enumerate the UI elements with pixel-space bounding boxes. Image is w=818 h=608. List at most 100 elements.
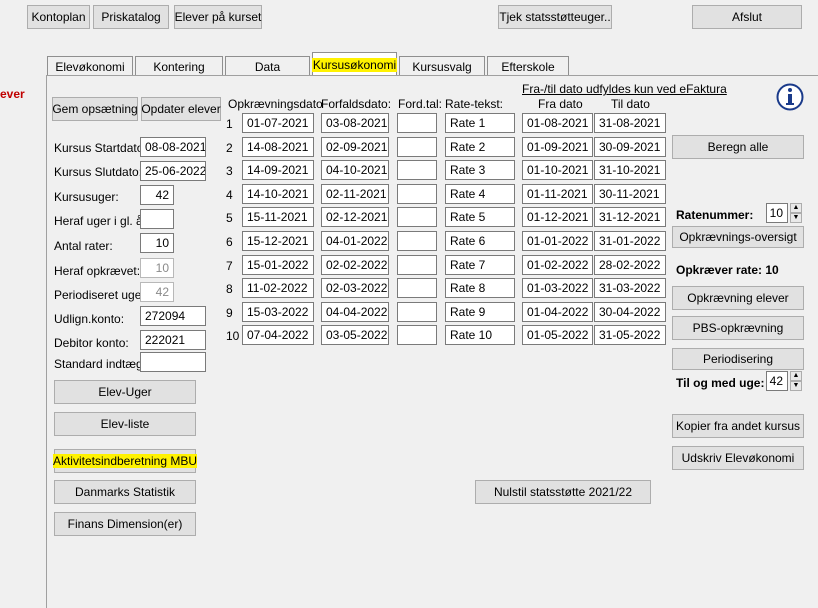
beregn-alle-button[interactable]: Beregn alle (672, 135, 804, 159)
til-dato-field[interactable]: 30-09-2021 (594, 136, 666, 157)
ford-tal-field[interactable] (397, 301, 437, 322)
tab-kursusvalg[interactable]: Kursusvalg (399, 56, 485, 76)
opdater-elever-button[interactable]: Opdater elever (141, 97, 221, 121)
til-dato-field[interactable]: 31-10-2021 (594, 160, 666, 181)
rate-tekst-field[interactable]: Rate 4 (445, 183, 515, 204)
til-og-med-uge-field[interactable]: 42 (766, 371, 788, 391)
opkraevningsdato-field[interactable]: 01-07-2021 (242, 113, 314, 133)
opkraevnings-oversigt-button[interactable]: Opkrævnings-oversigt (672, 226, 804, 248)
slutdato-field[interactable]: 25-06-2022 (140, 161, 206, 181)
periodisering-button[interactable]: Periodisering (672, 348, 804, 370)
ford-tal-field[interactable] (397, 254, 437, 275)
pbs-opkraevning-button[interactable]: PBS-opkrævning (672, 316, 804, 340)
afslut-button[interactable]: Afslut (692, 5, 802, 29)
fra-dato-field[interactable]: 01-04-2022 (522, 301, 593, 322)
opkraevningsdato-field[interactable]: 15-11-2021 (242, 207, 314, 228)
heraf-gl-field[interactable] (140, 209, 174, 229)
debitor-konto-field[interactable]: 222021 (140, 330, 206, 350)
forfaldsdato-field[interactable]: 04-01-2022 (321, 231, 389, 251)
tab-data[interactable]: Data (225, 56, 310, 76)
antal-rater-field[interactable]: 10 (140, 233, 174, 253)
opkraevningsdato-field[interactable]: 14-09-2021 (242, 160, 314, 181)
fra-dato-field[interactable]: 01-02-2022 (522, 254, 593, 275)
fra-dato-field[interactable]: 01-09-2021 (522, 136, 593, 157)
fra-dato-field[interactable]: 01-12-2021 (522, 207, 593, 228)
rate-tekst-field[interactable]: Rate 7 (445, 254, 515, 275)
ford-tal-field[interactable] (397, 160, 437, 181)
til-dato-field[interactable]: 30-11-2021 (594, 183, 666, 204)
fra-dato-field[interactable]: 01-08-2021 (522, 113, 593, 133)
gem-opsaetning-button[interactable]: Gem opsætning (52, 97, 138, 121)
elever-paa-kurset-button[interactable]: Elever på kurset (174, 5, 262, 29)
ratenummer-spinner[interactable]: ▲ ▼ (790, 203, 802, 223)
tab-kursusoekonomi[interactable]: Kursusøkonomi (311, 52, 398, 76)
tab-efterskole[interactable]: Efterskole (487, 56, 569, 76)
forfaldsdato-field[interactable]: 02-11-2021 (321, 183, 389, 204)
udlign-konto-field[interactable]: 272094 (140, 306, 206, 326)
ford-tal-field[interactable] (397, 231, 437, 251)
til-dato-field[interactable]: 31-01-2022 (594, 231, 666, 251)
fra-dato-field[interactable]: 01-01-2022 (522, 231, 593, 251)
rate-tekst-field[interactable]: Rate 9 (445, 301, 515, 322)
rate-tekst-field[interactable]: Rate 1 (445, 113, 515, 133)
elev-uger-button[interactable]: Elev-Uger (54, 380, 196, 404)
rate-tekst-field[interactable]: Rate 5 (445, 207, 515, 228)
opkraevningsdato-field[interactable]: 14-08-2021 (242, 136, 314, 157)
forfaldsdato-field[interactable]: 04-04-2022 (321, 301, 389, 322)
rate-tekst-field[interactable]: Rate 2 (445, 136, 515, 157)
til-dato-field[interactable]: 31-03-2022 (594, 278, 666, 299)
finans-dimension-button[interactable]: Finans Dimension(er) (54, 512, 196, 536)
ford-tal-field[interactable] (397, 278, 437, 299)
til-dato-field[interactable]: 28-02-2022 (594, 254, 666, 275)
ratenummer-field[interactable]: 10 (766, 203, 788, 223)
danmarks-statistik-button[interactable]: Danmarks Statistik (54, 480, 196, 504)
forfaldsdato-field[interactable]: 02-09-2021 (321, 136, 389, 157)
til-dato-field[interactable]: 31-12-2021 (594, 207, 666, 228)
nulstil-statsstoette-button[interactable]: Nulstil statsstøtte 2021/22 (475, 480, 651, 504)
header-forfaldsdato: Forfaldsdato: (321, 97, 392, 111)
fra-dato-field[interactable]: 01-10-2021 (522, 160, 593, 181)
til-og-med-uge-spinner[interactable]: ▲ ▼ (790, 371, 802, 391)
ford-tal-field[interactable] (397, 113, 437, 133)
ford-tal-field[interactable] (397, 183, 437, 204)
tjek-statsstoetteuger-button[interactable]: Tjek statsstøtteuger.. (498, 5, 612, 29)
tab-kontering[interactable]: Kontering (135, 56, 223, 76)
opkraevningsdato-field[interactable]: 14-10-2021 (242, 183, 314, 204)
fra-dato-field[interactable]: 01-11-2021 (522, 183, 593, 204)
aktivitetsindberetning-button[interactable]: Aktivitetsindberetning MBU (52, 449, 198, 473)
rate-tekst-field[interactable]: Rate 6 (445, 231, 515, 251)
opkraevningsdato-field[interactable]: 11-02-2022 (242, 278, 314, 299)
opkraevningsdato-field[interactable]: 15-01-2022 (242, 254, 314, 275)
priskatalog-button[interactable]: Priskatalog (93, 5, 169, 29)
opkraevningsdato-field[interactable]: 15-03-2022 (242, 301, 314, 322)
opkraevningsdato-field[interactable]: 07-04-2022 (242, 325, 314, 346)
tab-elevoekonomi[interactable]: Elevøkonomi (47, 56, 133, 76)
opkraevning-elever-button[interactable]: Opkrævning elever (672, 286, 804, 310)
startdato-field[interactable]: 08-08-2021 (140, 137, 206, 157)
kopier-fra-andet-kursus-button[interactable]: Kopier fra andet kursus (672, 414, 804, 438)
ford-tal-field[interactable] (397, 207, 437, 228)
kontoplan-button[interactable]: Kontoplan (27, 5, 90, 29)
fra-dato-field[interactable]: 01-05-2022 (522, 325, 593, 346)
info-icon[interactable] (775, 82, 805, 112)
forfaldsdato-field[interactable]: 02-02-2022 (321, 254, 389, 275)
fra-dato-field[interactable]: 01-03-2022 (522, 278, 593, 299)
rate-tekst-field[interactable]: Rate 10 (445, 325, 515, 346)
til-dato-field[interactable]: 31-05-2022 (594, 325, 666, 346)
forfaldsdato-field[interactable]: 03-05-2022 (321, 325, 389, 346)
forfaldsdato-field[interactable]: 03-08-2021 (321, 113, 389, 133)
ford-tal-field[interactable] (397, 136, 437, 157)
forfaldsdato-field[interactable]: 02-12-2021 (321, 207, 389, 228)
til-dato-field[interactable]: 30-04-2022 (594, 301, 666, 322)
til-dato-field[interactable]: 31-08-2021 (594, 113, 666, 133)
forfaldsdato-field[interactable]: 04-10-2021 (321, 160, 389, 181)
udskriv-elevoekonomi-button[interactable]: Udskriv Elevøkonomi (672, 446, 804, 470)
rate-tekst-field[interactable]: Rate 8 (445, 278, 515, 299)
forfaldsdato-field[interactable]: 02-03-2022 (321, 278, 389, 299)
rate-tekst-field[interactable]: Rate 3 (445, 160, 515, 181)
standard-indtaegt-field[interactable] (140, 352, 206, 372)
opkraevningsdato-field[interactable]: 15-12-2021 (242, 231, 314, 251)
kursusuger-field[interactable]: 42 (140, 185, 174, 205)
elev-liste-button[interactable]: Elev-liste (54, 412, 196, 436)
ford-tal-field[interactable] (397, 325, 437, 346)
